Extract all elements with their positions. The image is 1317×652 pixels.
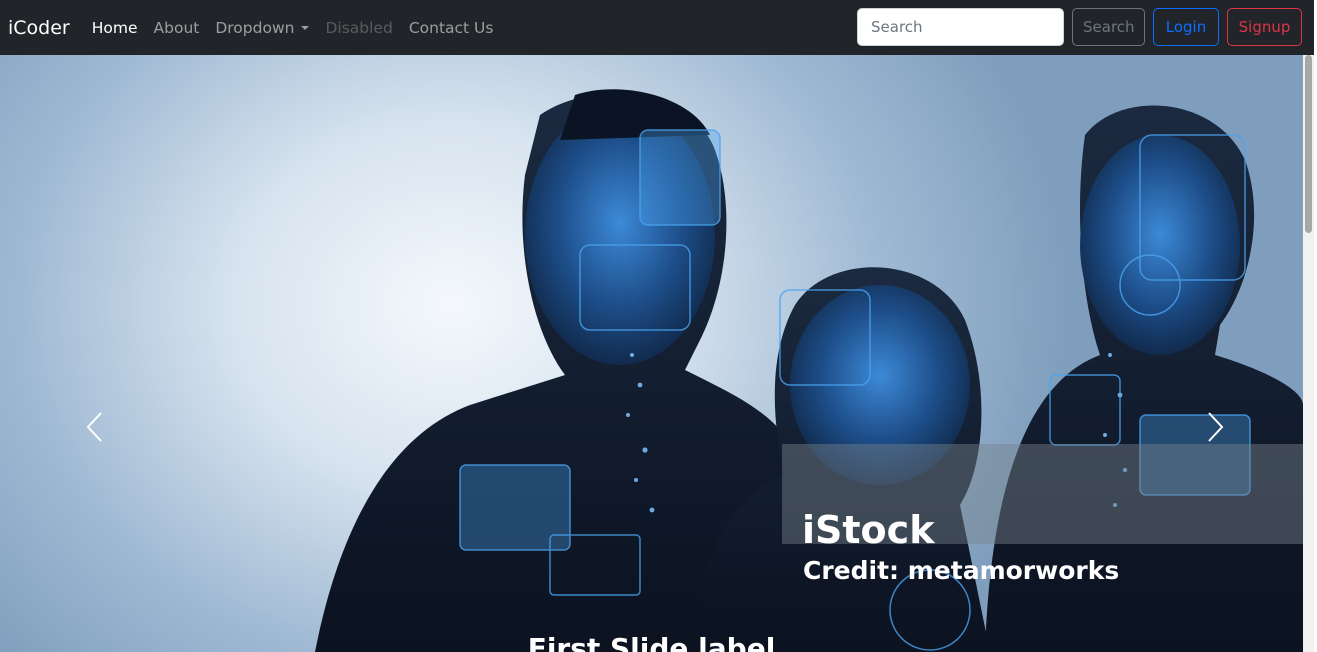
signup-button[interactable]: Signup <box>1227 8 1302 46</box>
nav-link-contact[interactable]: Contact Us <box>409 19 494 37</box>
nav-link-about[interactable]: About <box>154 19 200 37</box>
search-button[interactable]: Search <box>1072 8 1145 46</box>
carousel-caption-title: First Slide label <box>527 632 776 652</box>
carousel-prev-icon <box>86 412 102 442</box>
dropdown-caret-icon <box>301 25 310 30</box>
watermark-credit: Credit: metamorworks <box>803 556 1120 585</box>
nav-dropdown[interactable]: Dropdown <box>215 18 310 37</box>
nav-links: Home About Dropdown Disabled Contact Us <box>92 19 510 37</box>
watermark-brand: iStock <box>802 508 935 552</box>
nav-link-home[interactable]: Home <box>92 19 138 37</box>
nav-link-disabled: Disabled <box>325 18 393 37</box>
scrollbar-thumb[interactable] <box>1305 55 1312 233</box>
nav-dropdown-label: Dropdown <box>215 18 295 37</box>
login-button[interactable]: Login <box>1153 8 1219 46</box>
search-input[interactable] <box>857 8 1064 46</box>
carousel-next-icon <box>1208 412 1224 442</box>
brand-logo[interactable]: iCoder <box>8 17 70 39</box>
carousel-prev-button[interactable] <box>75 400 115 454</box>
page-scrollbar[interactable] <box>1303 55 1314 652</box>
nav-search-form: Search Login Signup <box>857 8 1302 46</box>
navbar: iCoder Home About Dropdown Disabled Cont… <box>0 0 1314 55</box>
